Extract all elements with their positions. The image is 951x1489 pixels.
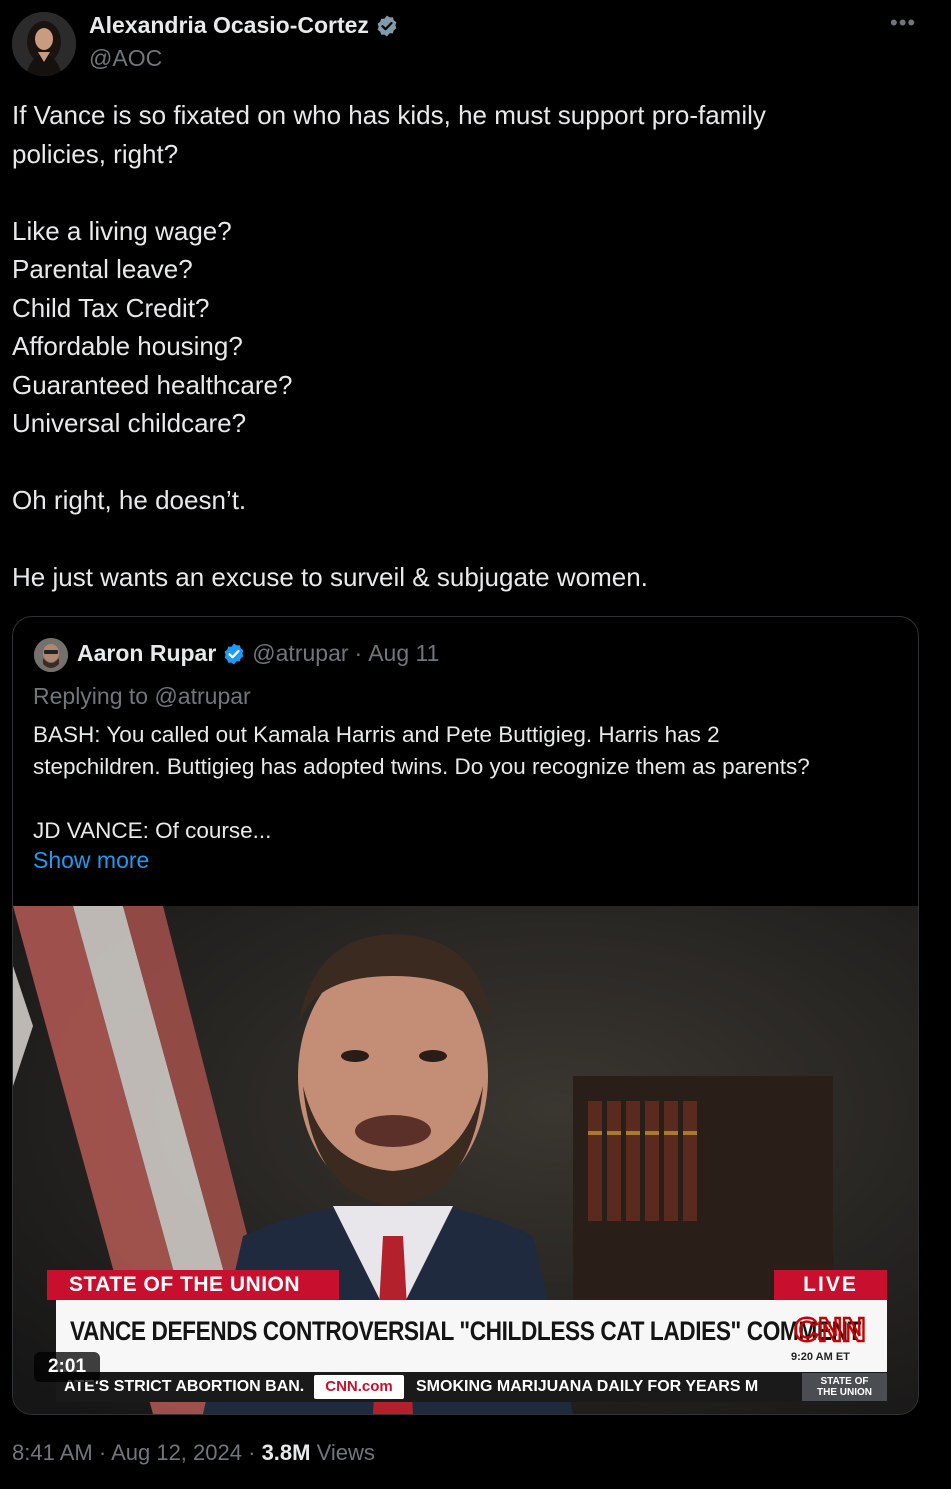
headline-bar: VANCE DEFENDS CONTROVERSIAL "CHILDLESS C… [56, 1300, 887, 1372]
tweet-time[interactable]: 8:41 AM [12, 1440, 93, 1465]
author-avatar[interactable] [12, 12, 76, 76]
tweet-line: Affordable housing? [12, 331, 243, 361]
views-count: 3.8M [261, 1440, 311, 1465]
tweet-line: Oh right, he doesn’t. [12, 485, 247, 515]
separator-dot: · [248, 1440, 262, 1465]
cnn-logo-icon: CNN [793, 1310, 867, 1349]
separator-dot: · [354, 640, 363, 666]
ticker-show-line2: THE UNION [817, 1387, 872, 1398]
tweet-line: Guaranteed healthcare? [12, 369, 293, 400]
show-more-link[interactable]: Show more [33, 847, 149, 874]
quote-header: Aaron Rupar @atrupar · Aug 11 [77, 640, 439, 667]
quote-line: JD VANCE: Of course... [33, 818, 272, 843]
video-player[interactable]: STATE OF THE UNION LIVE VANCE DEFENDS CO… [13, 906, 918, 1414]
quote-text: BASH: You called out Kamala Harris and P… [33, 719, 903, 847]
tweet-line: He just wants an excuse to surveil & sub… [12, 562, 648, 592]
tweet-text: If Vance is so fixated on who has kids, … [12, 96, 912, 597]
separator-dot: · [98, 1440, 112, 1465]
tweet-line: Like a living wage? [12, 215, 232, 246]
ticker-text-right: SMOKING MARIJUANA DAILY FOR YEARS M [416, 1378, 759, 1395]
news-ticker: ATE'S STRICT ABORTION BAN. CNN.com SMOKI… [56, 1372, 887, 1402]
author-name[interactable]: Alexandria Ocasio-Cortez [89, 12, 369, 39]
tweet-line: If Vance is so fixated on who has kids, … [12, 100, 766, 130]
tweet-date[interactable]: Aug 12, 2024 [111, 1440, 242, 1465]
tweet-footer: 8:41 AM · Aug 12, 2024 · 3.8M Views [12, 1440, 375, 1466]
ticker-site: CNN.com [314, 1375, 404, 1399]
svg-text:CNN: CNN [794, 1311, 866, 1348]
ticker-show-line1: STATE OF [820, 1376, 869, 1387]
quote-date[interactable]: Aug 11 [368, 640, 439, 667]
tweet-line: policies, right? [12, 138, 179, 169]
ticker-text-left: ATE'S STRICT ABORTION BAN. [64, 1378, 305, 1395]
quote-author-avatar[interactable] [34, 638, 68, 672]
verified-badge-icon [377, 15, 397, 36]
news-headline: VANCE DEFENDS CONTROVERSIAL "CHILDLESS C… [70, 1316, 861, 1346]
tweet-line: Child Tax Credit? [12, 292, 210, 323]
more-horizontal-icon[interactable]: ••• [890, 10, 916, 36]
ticker-show-badge: STATE OF THE UNION [802, 1373, 887, 1401]
author-name-row[interactable]: Alexandria Ocasio-Cortez [89, 12, 399, 39]
quote-author-name[interactable]: Aaron Rupar [77, 640, 216, 667]
tweet-line: Universal childcare? [12, 408, 247, 438]
quote-author-handle[interactable]: @atrupar [252, 640, 348, 667]
verified-badge-icon [224, 643, 244, 664]
quote-line: BASH: You called out Kamala Harris and P… [33, 722, 720, 747]
views-label: Views [316, 1440, 375, 1465]
author-handle[interactable]: @AOC [89, 45, 162, 72]
show-tag: STATE OF THE UNION [47, 1270, 339, 1300]
broadcast-time: 9:20 AM ET [791, 1351, 850, 1363]
quote-line: stepchildren. Buttigieg has adopted twin… [33, 754, 810, 779]
cnn-lower-third: STATE OF THE UNION LIVE VANCE DEFENDS CO… [13, 906, 918, 1414]
video-duration: 2:01 [34, 1352, 100, 1382]
replying-to: Replying to @atrupar [33, 683, 251, 709]
quoted-tweet[interactable]: Aaron Rupar @atrupar · Aug 11 Replying t… [12, 616, 919, 1415]
live-tag: LIVE [774, 1270, 887, 1300]
tweet-line: Parental leave? [12, 254, 193, 284]
